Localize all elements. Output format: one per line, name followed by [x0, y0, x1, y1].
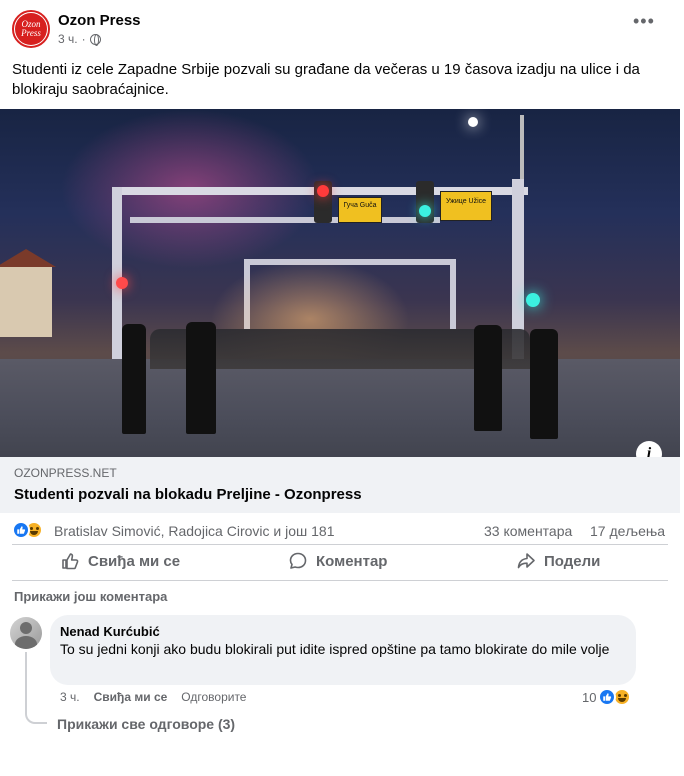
show-more-comments[interactable]: Прикажи још коментара	[14, 589, 167, 604]
house-shape	[0, 249, 56, 337]
like-reaction-icon	[598, 688, 617, 706]
comment-text: To su jedni konji ako budu blokirali put…	[60, 641, 610, 657]
globe-icon	[89, 33, 101, 46]
traffic-light-red-small	[116, 277, 128, 289]
post-image[interactable]: Гуча Guča Ужице Užice i	[0, 109, 680, 457]
traffic-light-red	[314, 181, 332, 223]
reaction-icons[interactable]	[12, 521, 43, 539]
divider	[12, 544, 668, 545]
like-button[interactable]: Свиђа ми се	[60, 550, 180, 572]
comment-time[interactable]: 3 ч.	[60, 690, 80, 704]
meta-separator: ·	[81, 32, 86, 46]
post-meta: 3 ч. ·	[58, 32, 101, 46]
direction-sign-guca: Гуча Guča	[338, 197, 382, 223]
post-text: Studenti iz cele Zapadne Srbije pozvali …	[12, 61, 640, 98]
page-logo: Ozon Press	[15, 13, 47, 45]
reply-thread-line	[25, 652, 47, 724]
direction-sign-uzice: Ужице Užice	[440, 191, 492, 221]
traffic-gantry-lower	[130, 217, 440, 223]
page-avatar[interactable]: Ozon Press	[12, 10, 50, 48]
traffic-light-cyan	[526, 293, 540, 307]
police-officer	[530, 329, 558, 439]
more-options-icon[interactable]: •••	[633, 12, 655, 30]
link-domain: OZONPRESS.NET	[14, 466, 117, 480]
view-all-replies[interactable]: Прикажи све одговоре (3)	[57, 716, 235, 732]
haha-reaction-icon	[613, 688, 632, 706]
like-reaction-icon	[12, 521, 30, 539]
comments-count[interactable]: 33 коментара	[484, 523, 572, 539]
link-title[interactable]: Studenti pozvali na blokadu Preljine - O…	[14, 486, 362, 503]
comment-reply-button[interactable]: Одговорите	[181, 690, 246, 704]
street-lamp	[468, 117, 478, 127]
comment-reactions[interactable]: 10	[582, 688, 632, 706]
comment-meta: 3 ч. Свиђа ми се Одговорите	[60, 690, 246, 704]
police-officer	[186, 322, 216, 434]
facebook-post-card: Ozon Press Ozon Press 3 ч. · ••• Student…	[0, 0, 684, 776]
commenter-avatar[interactable]	[10, 617, 42, 649]
shares-count[interactable]: 17 дељења	[590, 523, 665, 539]
reaction-names[interactable]: Bratislav Simović, Radojica Cirovic и јо…	[54, 523, 334, 539]
like-button-label: Свиђа ми се	[88, 552, 181, 570]
comment-like-button[interactable]: Свиђа ми се	[94, 690, 168, 704]
page-name[interactable]: Ozon Press	[58, 12, 141, 29]
post-time[interactable]: 3 ч.	[58, 32, 78, 46]
thumbs-up-icon	[62, 553, 79, 570]
share-button[interactable]: Подели	[516, 550, 600, 572]
logo-text-bottom: Press	[21, 28, 41, 38]
comment-reaction-count: 10	[582, 689, 597, 705]
police-officer	[122, 324, 146, 434]
comment-icon	[289, 552, 307, 569]
share-icon	[517, 553, 535, 569]
police-officer	[474, 325, 502, 431]
divider	[12, 580, 668, 581]
comment-button[interactable]: Коментар	[288, 550, 387, 572]
far-gantry-pole-right	[450, 259, 456, 329]
comment-author[interactable]: Nenad Kurćubić	[60, 624, 160, 639]
comment-button-label: Коментар	[316, 552, 388, 570]
traffic-light-green	[416, 181, 434, 223]
road	[0, 359, 680, 457]
share-button-label: Подели	[544, 552, 601, 570]
